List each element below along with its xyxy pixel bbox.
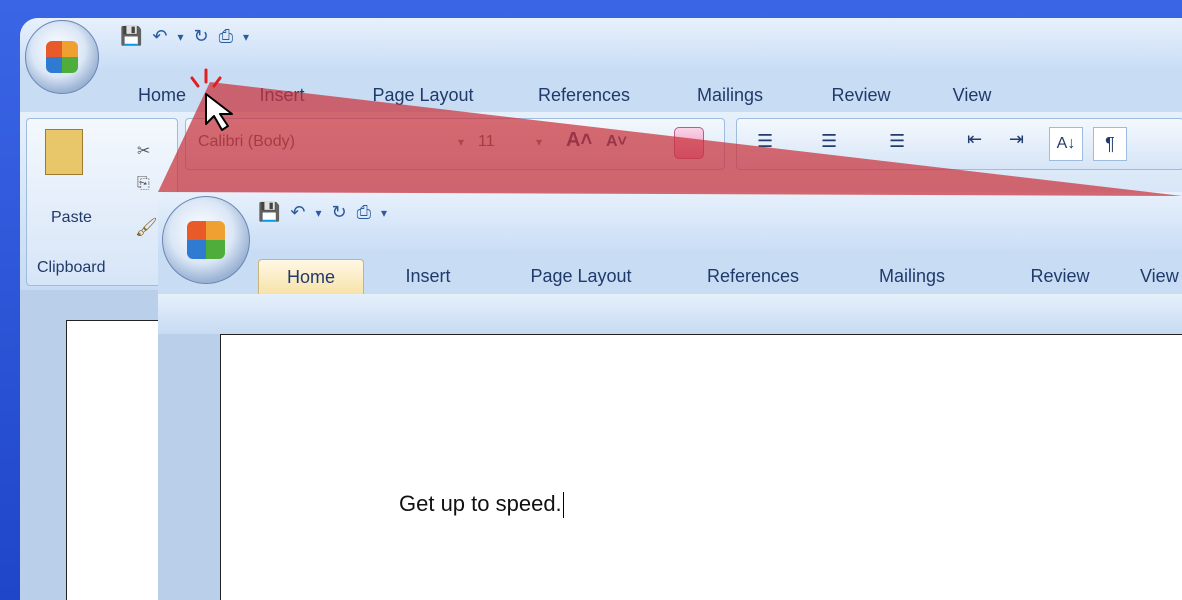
front-customize-qat-icon[interactable]: ▾ [381,206,387,220]
front-tab-view[interactable]: View [1132,266,1182,287]
tab-view[interactable]: View [924,85,1020,106]
front-dropdown-arrow-icon[interactable]: ▾ [316,206,322,220]
tab-page-layout[interactable]: Page Layout [340,85,506,106]
front-undo-icon[interactable]: ↶ [290,202,305,223]
paste-icon [45,129,83,175]
tab-review[interactable]: Review [798,85,924,106]
font-name-field[interactable]: Calibri (Body) [198,133,295,151]
multilevel-list-icon[interactable]: ☰ [889,131,905,152]
tab-references[interactable]: References [506,85,662,106]
front-ribbon [158,294,1182,334]
front-quick-access-toolbar: 💾 ↶ ▾ ↻ ⎙ ▾ [258,202,387,223]
tab-insert[interactable]: Insert [224,85,340,106]
front-quick-print-icon[interactable]: ⎙ [357,202,371,223]
front-save-icon[interactable]: 💾 [258,202,280,223]
front-tab-review[interactable]: Review [988,266,1132,287]
copy-icon[interactable]: ⎘ [137,175,150,193]
sort-icon[interactable]: A↓ [1049,127,1083,161]
office-button[interactable] [25,20,99,94]
bullets-icon[interactable]: ☰ [757,131,773,152]
font-name-dropdown-icon[interactable]: ▾ [458,135,464,149]
grow-font-icon[interactable]: A˄ [566,129,592,152]
front-ribbon-tabs: Home Insert Page Layout References Maili… [258,258,1182,294]
format-painter-icon[interactable]: 🖌 [135,217,158,238]
front-office-logo-icon [187,221,225,259]
font-group: Calibri (Body) ▾ 11 ▾ A˄ A˅ [185,118,725,170]
office-logo-icon [46,41,78,73]
tab-home[interactable]: Home [130,85,224,106]
increase-indent-icon[interactable]: ⇥ [1009,129,1024,150]
front-tab-mailings[interactable]: Mailings [836,266,988,287]
clear-formatting-icon[interactable] [674,127,704,159]
document-text[interactable]: Get up to speed. [399,491,564,519]
front-tab-home[interactable]: Home [258,258,364,294]
undo-icon[interactable]: ↶ [152,26,167,47]
paste-button[interactable]: Paste [51,209,92,227]
save-icon[interactable]: 💾 [120,26,142,47]
front-tab-page-layout[interactable]: Page Layout [492,266,670,287]
redo-icon[interactable]: ↻ [194,26,209,47]
front-page: Get up to speed. [220,334,1182,600]
numbering-icon[interactable]: ☰ [821,131,837,152]
front-redo-icon[interactable]: ↻ [332,202,347,223]
text-cursor [562,492,564,519]
decrease-indent-icon[interactable]: ⇤ [967,129,982,150]
clipboard-group-label: Clipboard [37,259,106,276]
paragraph-group: ☰ ☰ ☰ ⇤ ⇥ A↓ ¶ [736,118,1182,170]
quick-access-toolbar: 💾 ↶ ▾ ↻ ⎙ ▾ [120,26,249,47]
show-formatting-icon[interactable]: ¶ [1093,127,1127,161]
quick-print-icon[interactable]: ⎙ [219,26,233,47]
clipboard-group: Paste ✂ ⎘ 🖌 Clipboard [26,118,178,286]
font-size-dropdown-icon[interactable]: ▾ [536,135,542,149]
front-tab-references[interactable]: References [670,266,836,287]
shrink-font-icon[interactable]: A˅ [606,133,627,151]
cut-icon[interactable]: ✂ [137,141,150,161]
front-word-window: 💾 ↶ ▾ ↻ ⎙ ▾ Home Insert Page Layout Refe… [158,192,1182,600]
back-ribbon-tabs: Home Insert Page Layout References Maili… [130,80,1020,110]
font-size-field[interactable]: 11 [478,133,495,151]
front-tab-insert[interactable]: Insert [364,266,492,287]
dropdown-arrow-icon[interactable]: ▾ [178,30,184,44]
customize-qat-icon[interactable]: ▾ [243,30,249,44]
front-office-button[interactable] [162,196,250,284]
front-document-area: Get up to speed. [158,334,1182,600]
tab-mailings[interactable]: Mailings [662,85,798,106]
